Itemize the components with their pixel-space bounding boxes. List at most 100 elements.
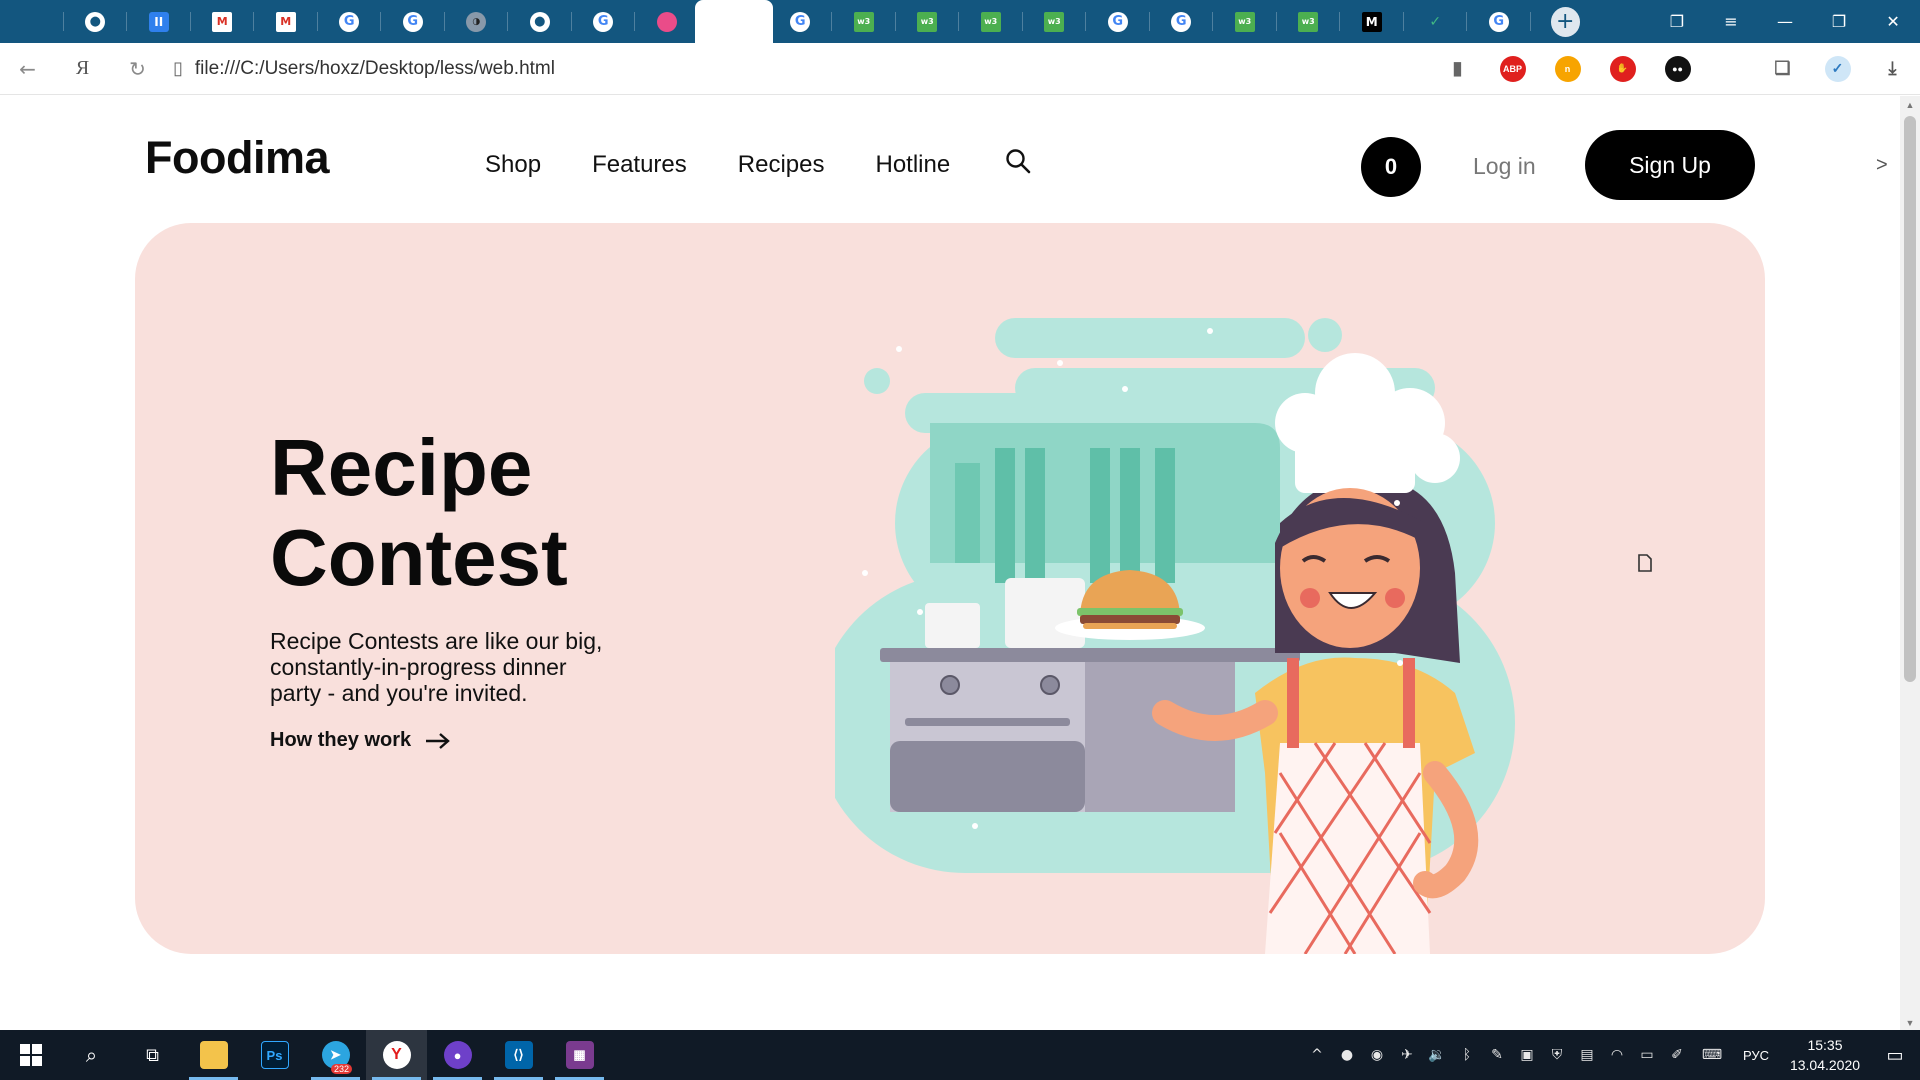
vscode-icon[interactable]: ⟨⟩ bbox=[488, 1030, 549, 1080]
clock-time: 15:35 bbox=[1807, 1037, 1843, 1053]
search-icon[interactable]: ⌕ bbox=[61, 1030, 122, 1080]
new-tab-button[interactable]: + bbox=[1550, 6, 1580, 37]
google-icon: G bbox=[790, 11, 811, 32]
stop-hand-icon[interactable]: ✋ bbox=[1595, 55, 1650, 82]
file-explorer-icon[interactable] bbox=[183, 1030, 244, 1080]
minimize-icon[interactable]: — bbox=[1758, 12, 1812, 31]
yandex-icon[interactable]: Я bbox=[55, 57, 110, 80]
telegram-badge: 232 bbox=[330, 1064, 352, 1074]
browser-tab[interactable]: ✓ bbox=[1404, 0, 1468, 43]
browser-tab[interactable]: w3 bbox=[1277, 0, 1341, 43]
bookmark-icon[interactable]: ▮ bbox=[1430, 56, 1485, 82]
how-they-work-label: How they work bbox=[270, 729, 412, 751]
w3schools-icon: w3 bbox=[980, 11, 1001, 32]
back-icon[interactable]: ← bbox=[0, 57, 55, 81]
browser-tab[interactable]: G bbox=[769, 0, 833, 43]
hero-title-line1: Recipe bbox=[270, 423, 533, 512]
extension-orange-icon[interactable]: n bbox=[1540, 55, 1595, 82]
downloads-icon[interactable]: ⤓ bbox=[1865, 56, 1920, 82]
browser-tab[interactable]: G bbox=[1086, 0, 1150, 43]
google-icon: G bbox=[1107, 11, 1128, 32]
menu-item-features[interactable]: Features bbox=[592, 151, 687, 179]
language-indicator[interactable]: РУС bbox=[1732, 1048, 1780, 1063]
pen-icon[interactable]: ✐ bbox=[1662, 1047, 1692, 1063]
start-button[interactable] bbox=[0, 1030, 61, 1080]
google-icon: G bbox=[1171, 11, 1192, 32]
dribbble-icon bbox=[656, 11, 677, 32]
wifi-icon[interactable]: ◠ bbox=[1602, 1047, 1632, 1063]
restore-icon[interactable]: ❐ bbox=[1812, 12, 1866, 31]
browser-tab[interactable]: ● bbox=[64, 0, 128, 43]
bluetooth-icon[interactable]: ᛒ bbox=[1452, 1047, 1482, 1063]
zoom-icon[interactable]: ● bbox=[1332, 1047, 1362, 1063]
pause-icon: II bbox=[148, 11, 169, 32]
hero-description: Recipe Contests are like our big, consta… bbox=[270, 628, 603, 706]
browser-tab[interactable] bbox=[694, 0, 1652, 572]
browser-tab[interactable]: ◑ bbox=[445, 0, 509, 43]
yandex-tray-icon[interactable]: ◉ bbox=[1362, 1047, 1392, 1063]
browser-tab[interactable]: M bbox=[191, 0, 255, 43]
browser-tab[interactable]: ● bbox=[508, 0, 572, 43]
keyboard-icon[interactable]: ⌨ bbox=[1692, 1047, 1732, 1063]
tab-list: ● II M M G G ◑ ● G Gw3 w3 w3 w3 G Gw3 w3 M ✓ G bbox=[0, 0, 1652, 572]
google-icon: G bbox=[1488, 11, 1509, 32]
clock[interactable]: 15:35 13.04.2020 bbox=[1780, 1035, 1870, 1075]
github-desktop-icon[interactable]: ● bbox=[427, 1030, 488, 1080]
browser-tab[interactable]: II bbox=[127, 0, 191, 43]
show-hidden-icons-icon[interactable]: ^ bbox=[1302, 1047, 1332, 1063]
battery-icon[interactable]: ▭ bbox=[1632, 1047, 1662, 1063]
w3schools-icon: w3 bbox=[1298, 11, 1319, 32]
github-icon: ● bbox=[529, 11, 550, 32]
nvidia-icon[interactable]: ▣ bbox=[1512, 1047, 1542, 1063]
browser-tab[interactable]: G bbox=[381, 0, 445, 43]
browser-tab[interactable]: G bbox=[572, 0, 636, 43]
windows-update-icon[interactable]: ▤ bbox=[1572, 1047, 1602, 1063]
notes-icon[interactable]: ❏ bbox=[1755, 56, 1810, 82]
winrar-icon[interactable]: ▦ bbox=[549, 1030, 610, 1080]
menu-icon[interactable]: ≡ bbox=[1704, 12, 1758, 31]
dictation-icon[interactable]: ✎ bbox=[1482, 1047, 1512, 1063]
browser-tab[interactable]: M bbox=[1340, 0, 1404, 43]
reload-icon[interactable]: ↻ bbox=[110, 57, 165, 81]
browser-tab[interactable]: w3 bbox=[896, 0, 960, 43]
extension-dark-icon[interactable]: ●● bbox=[1650, 55, 1705, 82]
photoshop-icon[interactable]: Ps bbox=[244, 1030, 305, 1080]
w3schools-icon: w3 bbox=[853, 11, 874, 32]
medium-icon: M bbox=[1361, 11, 1382, 32]
clock-date: 13.04.2020 bbox=[1789, 1057, 1861, 1073]
browser-tab[interactable] bbox=[635, 0, 699, 43]
extension-dark-icon-glyph: ●● bbox=[1664, 55, 1691, 82]
address-bar: ← Я ↻ ▯ file:///C:/Users/hoxz/Desktop/le… bbox=[0, 43, 1920, 95]
url-field[interactable]: ▯ file:///C:/Users/hoxz/Desktop/less/web… bbox=[173, 58, 1430, 80]
hero-title: Recipe Contest bbox=[270, 423, 670, 603]
browser-tab[interactable]: w3 bbox=[959, 0, 1023, 43]
browser-tab[interactable] bbox=[0, 0, 957, 572]
tabs-overview-icon[interactable]: ❐ bbox=[1650, 12, 1704, 31]
browser-tab[interactable]: G bbox=[1467, 0, 1531, 43]
browser-tab[interactable]: G bbox=[1150, 0, 1214, 43]
telegram-tray-icon[interactable]: ✈ bbox=[1392, 1047, 1422, 1063]
browser-tab[interactable]: w3 bbox=[1213, 0, 1277, 43]
adblock-icon[interactable]: ABP bbox=[1485, 55, 1540, 82]
stop-hand-icon-glyph: ✋ bbox=[1609, 55, 1636, 82]
defender-icon[interactable]: ⛨ bbox=[1542, 1047, 1572, 1063]
browser-tab[interactable]: G bbox=[318, 0, 382, 43]
account-icon[interactable]: ✓ bbox=[1810, 55, 1865, 82]
hero-title-line2: Contest bbox=[270, 513, 568, 602]
volume-icon[interactable]: 🔉 bbox=[1422, 1047, 1452, 1063]
browser-tab[interactable]: w3 bbox=[832, 0, 896, 43]
notifications-icon[interactable]: ▭ bbox=[1870, 1045, 1920, 1066]
close-window-icon[interactable]: ✕ bbox=[1866, 12, 1920, 31]
task-view-icon[interactable]: ⧉ bbox=[122, 1030, 183, 1080]
telegram-icon[interactable]: ➤ 232 bbox=[305, 1030, 366, 1080]
yandex-browser-icon[interactable]: Y bbox=[366, 1030, 427, 1080]
browser-tab[interactable]: w3 bbox=[1023, 0, 1087, 43]
site-logo[interactable]: Foodima bbox=[145, 132, 330, 184]
menu-item-shop[interactable]: Shop bbox=[485, 151, 541, 179]
browser-tab[interactable]: M bbox=[254, 0, 318, 43]
system-tray: ^ ● ◉ ✈ 🔉 ᛒ ✎ ▣ ⛨ ▤ ◠ ▭ ✐ ⌨ РУС 15:35 13… bbox=[1302, 1030, 1920, 1080]
arrow-right-icon bbox=[426, 732, 450, 749]
vue-icon: ✓ bbox=[1429, 13, 1442, 30]
w3schools-icon: w3 bbox=[1044, 11, 1065, 32]
how-they-work-link[interactable]: How they work bbox=[270, 729, 451, 752]
